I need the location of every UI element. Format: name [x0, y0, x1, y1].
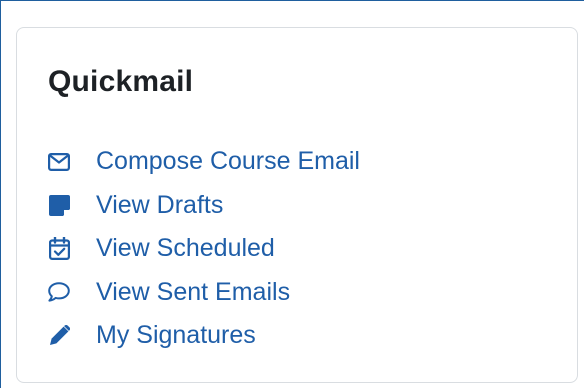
envelope-icon [48, 151, 70, 173]
calendar-check-icon [48, 237, 70, 261]
menu-item-label[interactable]: Compose Course Email [96, 147, 360, 176]
menu-item-label[interactable]: My Signatures [96, 321, 256, 350]
menu-item-label[interactable]: View Sent Emails [96, 278, 290, 307]
block-title: Quickmail [48, 65, 194, 98]
menu-item-compose[interactable]: Compose Course Email [48, 140, 360, 184]
menu-item-scheduled[interactable]: View Scheduled [48, 227, 360, 271]
menu-item-label[interactable]: View Drafts [96, 191, 223, 220]
sticky-note-icon [48, 194, 70, 216]
comment-icon [48, 281, 70, 303]
menu-item-label[interactable]: View Scheduled [96, 234, 275, 263]
pencil-icon [48, 325, 70, 347]
menu-item-sent[interactable]: View Sent Emails [48, 271, 360, 315]
quickmail-menu: Compose Course Email View Drafts View Sc… [48, 140, 360, 358]
menu-item-signatures[interactable]: My Signatures [48, 314, 360, 358]
menu-item-drafts[interactable]: View Drafts [48, 184, 360, 228]
quickmail-block: Quickmail Compose Course Email View Draf… [16, 27, 578, 383]
